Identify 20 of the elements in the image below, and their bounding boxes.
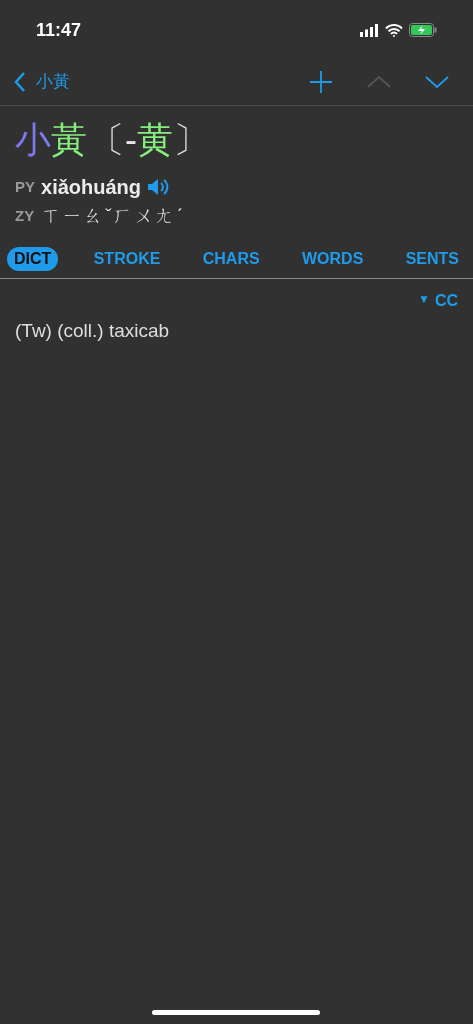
- back-button[interactable]: 小黃: [14, 68, 70, 95]
- pinyin-text: xiǎohuáng: [41, 175, 142, 200]
- headword: 小黃〔-黄〕: [15, 118, 210, 162]
- wifi-icon: [385, 23, 403, 37]
- source-toggle[interactable]: ▼ CC: [418, 288, 458, 313]
- battery-icon: [409, 23, 437, 37]
- tab[interactable]: SENTS: [398, 247, 466, 271]
- signal-icon: [360, 23, 379, 37]
- plus-icon: [309, 69, 333, 94]
- definition-text: (Tw) (coll.) taxicab: [14, 318, 171, 343]
- zhuyin-label: ZY: [15, 206, 35, 226]
- tab[interactable]: STROKE: [86, 247, 168, 271]
- pinyin-label: PY: [15, 176, 35, 197]
- speaker-icon[interactable]: [147, 178, 170, 196]
- tab[interactable]: WORDS: [294, 247, 371, 271]
- back-chevron-icon: [14, 70, 26, 93]
- tab[interactable]: DICT: [7, 247, 59, 271]
- tab[interactable]: CHARS: [195, 247, 267, 271]
- zhuyin-text: ㄒㄧㄠˇㄏㄨㄤˊ: [42, 204, 185, 228]
- status-time: 11:47: [36, 18, 82, 42]
